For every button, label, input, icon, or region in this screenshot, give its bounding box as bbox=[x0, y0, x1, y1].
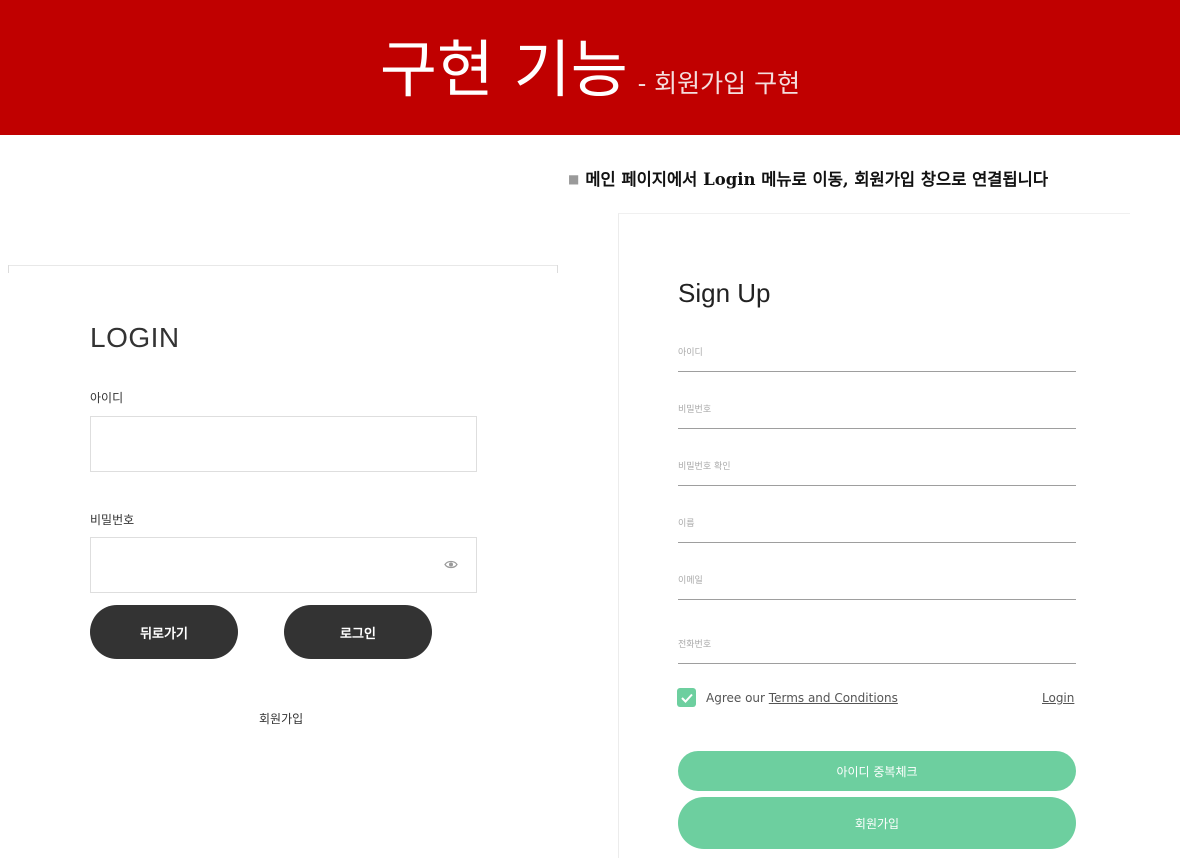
bullet-icon: ■ bbox=[568, 172, 580, 186]
signup-password-field[interactable] bbox=[678, 428, 1076, 429]
signup-phone-field[interactable] bbox=[678, 663, 1076, 664]
terms-link[interactable]: Terms and Conditions bbox=[769, 691, 898, 705]
login-id-input[interactable] bbox=[90, 416, 477, 472]
id-duplicate-check-button[interactable]: 아이디 중복체크 bbox=[678, 751, 1076, 791]
signup-login-link[interactable]: Login bbox=[1042, 691, 1074, 705]
back-button[interactable]: 뒤로가기 bbox=[90, 605, 238, 659]
signup-name-label: 이름 bbox=[678, 519, 695, 529]
signup-title: Sign Up bbox=[678, 278, 771, 308]
signup-password-label: 비밀번호 bbox=[678, 405, 712, 415]
description-text: 메인 페이지에서 Login 메뉴로 이동, 회원가입 창으로 연결됩니다 bbox=[585, 170, 1049, 189]
signup-password-confirm-label: 비밀번호 확인 bbox=[678, 462, 731, 472]
login-id-label: 아이디 bbox=[90, 391, 124, 405]
eye-icon[interactable] bbox=[444, 560, 458, 569]
header-banner: 구현 기능 - 회원가입 구현 bbox=[0, 0, 1180, 135]
login-password-label: 비밀번호 bbox=[90, 513, 135, 527]
agree-checkbox[interactable] bbox=[677, 688, 696, 707]
signup-email-label: 이메일 bbox=[678, 576, 703, 586]
agree-text: Agree our Terms and Conditions bbox=[706, 691, 898, 705]
signup-id-label: 아이디 bbox=[678, 348, 703, 358]
description-bullet: ■ 메인 페이지에서 Login 메뉴로 이동, 회원가입 창으로 연결됩니다 bbox=[568, 166, 1048, 190]
login-button[interactable]: 로그인 bbox=[284, 605, 432, 659]
signup-email-field[interactable] bbox=[678, 599, 1076, 600]
signup-phone-label: 전화번호 bbox=[678, 640, 712, 650]
signup-name-field[interactable] bbox=[678, 542, 1076, 543]
agree-prefix: Agree our bbox=[706, 691, 765, 705]
login-password-input[interactable] bbox=[90, 537, 477, 593]
check-icon bbox=[680, 693, 693, 703]
banner-subtitle: - 회원가입 구현 bbox=[637, 68, 801, 98]
login-panel-corner-right bbox=[557, 265, 558, 273]
signup-id-field[interactable] bbox=[678, 371, 1076, 372]
signup-link[interactable]: 회원가입 bbox=[259, 710, 303, 727]
login-panel-border bbox=[8, 265, 558, 266]
signup-submit-button[interactable]: 회원가입 bbox=[678, 797, 1076, 849]
signup-password-confirm-field[interactable] bbox=[678, 485, 1076, 486]
banner-title: 구현 기능 bbox=[379, 32, 628, 106]
login-title: LOGIN bbox=[90, 322, 180, 353]
login-panel-corner-left bbox=[8, 265, 9, 273]
